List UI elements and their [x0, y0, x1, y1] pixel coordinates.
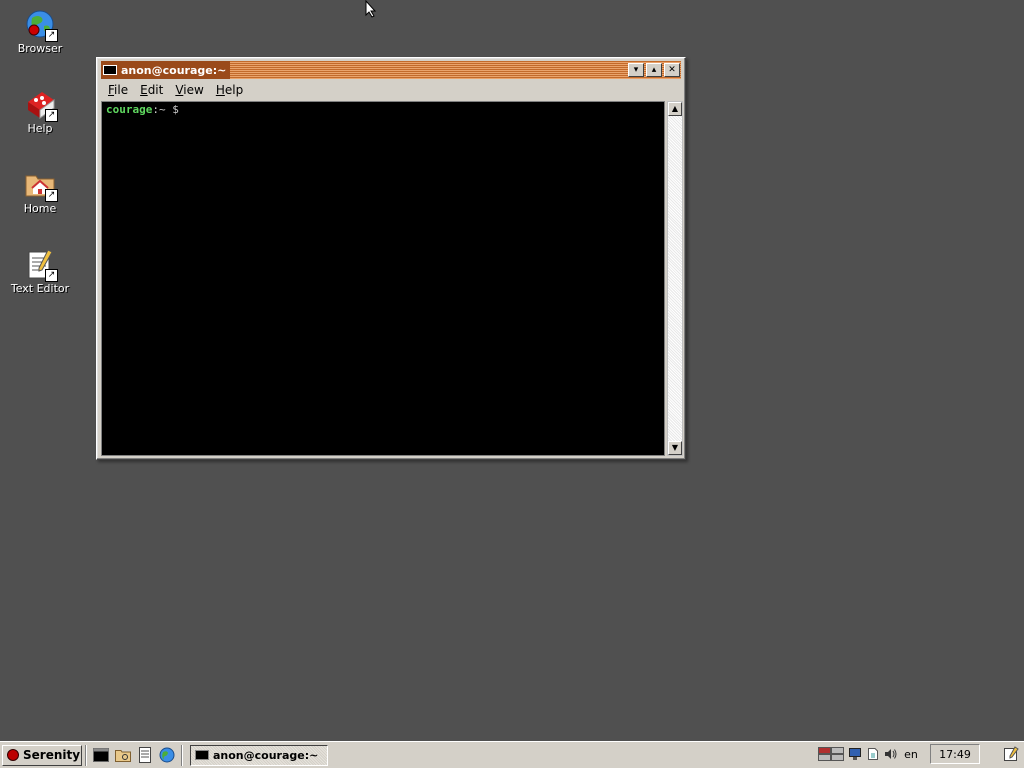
taskbar-window-button[interactable]: anon@courage:~ [190, 744, 328, 766]
globe-icon: ↗ [24, 8, 58, 42]
quick-launch-browser[interactable] [157, 745, 177, 765]
window-title: anon@courage:~ [121, 63, 227, 77]
audio-icon[interactable] [884, 747, 898, 761]
system-tray: en 17:49 [818, 744, 980, 764]
home-folder-icon: ↗ [24, 168, 58, 202]
vertical-scrollbar[interactable]: ▲ ▼ [667, 101, 683, 456]
taskbar-separator [85, 744, 87, 766]
menu-file-label: ile [114, 83, 129, 97]
mouse-cursor-icon [365, 0, 377, 18]
menu-help-key: H [215, 83, 225, 97]
menu-file[interactable]: File [103, 83, 133, 97]
maximize-button[interactable]: ▴ [646, 63, 662, 77]
taskbar-window-label: anon@courage:~ [213, 748, 319, 762]
quick-launch-terminal[interactable] [91, 745, 111, 765]
terminal-icon [93, 748, 109, 762]
terminal-window[interactable]: anon@courage:~ ▾ ▴ ✕ File Edit View Help… [96, 57, 686, 460]
desktop-icon-label: Help [27, 122, 53, 135]
menu-view-label: iew [183, 83, 204, 97]
notifications-icon[interactable] [1002, 745, 1020, 763]
desktop-icon-label: Browser [17, 42, 63, 55]
network-icon[interactable] [848, 747, 862, 761]
close-button[interactable]: ✕ [664, 63, 680, 77]
text-editor-icon: ↗ [24, 248, 58, 282]
desktop-icon-home[interactable]: ↗ Home [0, 168, 80, 215]
clock[interactable]: 17:49 [930, 744, 980, 764]
taskbar: Serenity anon@courage:~ en 17:49 [0, 741, 1024, 768]
cpu-icon[interactable] [866, 747, 880, 761]
help-book-icon: ↗ [24, 88, 58, 122]
terminal-icon [195, 750, 209, 760]
minimize-button[interactable]: ▾ [628, 63, 644, 77]
taskbar-separator [181, 744, 183, 766]
prompt-host: courage [106, 103, 153, 116]
title-stripes [230, 61, 626, 79]
browser-icon [159, 747, 175, 763]
text-editor-icon [139, 747, 151, 763]
menu-edit-label: dit [147, 83, 164, 97]
menu-edit[interactable]: Edit [135, 83, 168, 97]
scroll-up-button[interactable]: ▲ [668, 102, 682, 116]
desktop-icon-help[interactable]: ↗ Help [0, 88, 80, 135]
menu-edit-key: E [140, 83, 148, 97]
serenity-logo-icon [7, 749, 19, 761]
window-title-area: anon@courage:~ [101, 61, 231, 79]
desktop-icon-label: Text Editor [10, 282, 70, 295]
keymap-indicator[interactable]: en [902, 747, 920, 761]
terminal-icon [103, 65, 117, 75]
start-button[interactable]: Serenity [2, 744, 82, 766]
desktop-icon-browser[interactable]: ↗ Browser [0, 8, 80, 55]
desktop-icon-label: Home [23, 202, 57, 215]
start-label: Serenity [23, 748, 81, 762]
menu-help[interactable]: Help [211, 83, 248, 97]
file-manager-icon [115, 750, 131, 762]
workspace-icon[interactable] [818, 747, 844, 761]
quick-launch-file-manager[interactable] [113, 745, 133, 765]
prompt-path: :~ $ [152, 103, 179, 116]
desktop-icon-text-editor[interactable]: ↗ Text Editor [0, 248, 80, 295]
menu-view[interactable]: View [170, 83, 208, 97]
scroll-down-button[interactable]: ▼ [668, 441, 682, 455]
terminal-area[interactable]: courage:~ $ [101, 101, 665, 456]
menu-help-label: elp [224, 83, 244, 97]
menubar: File Edit View Help [101, 81, 248, 99]
window-titlebar[interactable]: anon@courage:~ ▾ ▴ ✕ [101, 61, 681, 79]
quick-launch-text-editor[interactable] [135, 745, 155, 765]
